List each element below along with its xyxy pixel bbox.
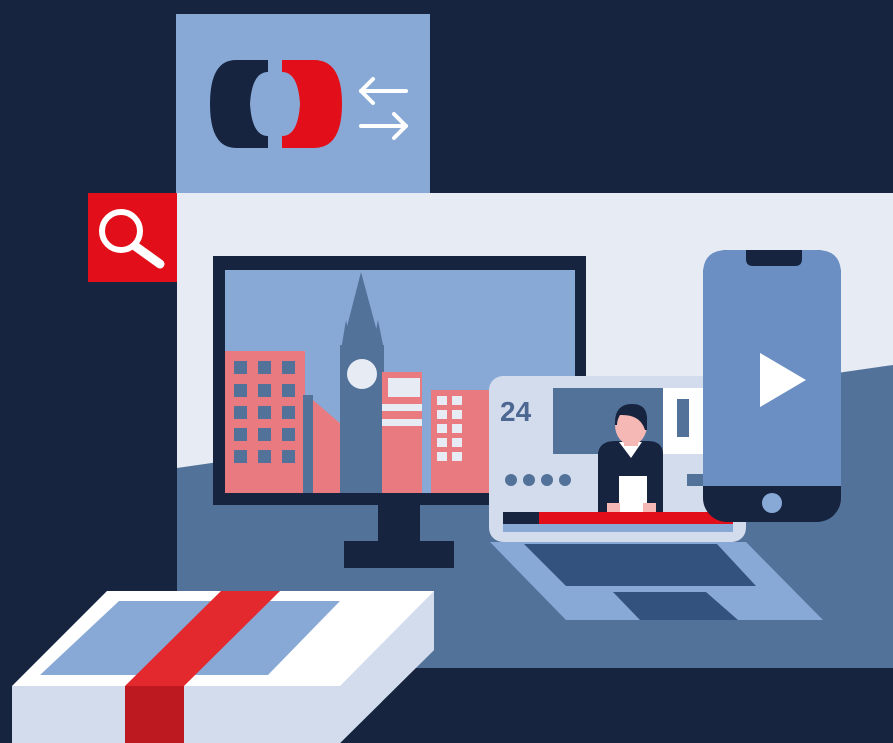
building-left-shadow xyxy=(303,395,313,493)
gift-box xyxy=(12,591,434,743)
ribbon-front xyxy=(125,686,184,743)
news-panel-mark xyxy=(677,399,689,437)
brand-tile xyxy=(176,14,430,193)
illustration: 24 xyxy=(0,0,893,743)
home-button[interactable] xyxy=(762,493,782,513)
search-button[interactable] xyxy=(88,193,177,282)
building-middle xyxy=(382,372,422,493)
illustration-canvas: 24 xyxy=(12,14,893,743)
ticker-sub xyxy=(503,524,733,532)
smartphone xyxy=(703,250,841,522)
phone-notch xyxy=(746,250,802,266)
building-right xyxy=(431,390,491,493)
tv-stand-base xyxy=(344,541,454,568)
channel-label: 24 xyxy=(500,396,532,427)
ticker-tag xyxy=(503,512,539,524)
tv-stand-neck xyxy=(378,500,420,545)
